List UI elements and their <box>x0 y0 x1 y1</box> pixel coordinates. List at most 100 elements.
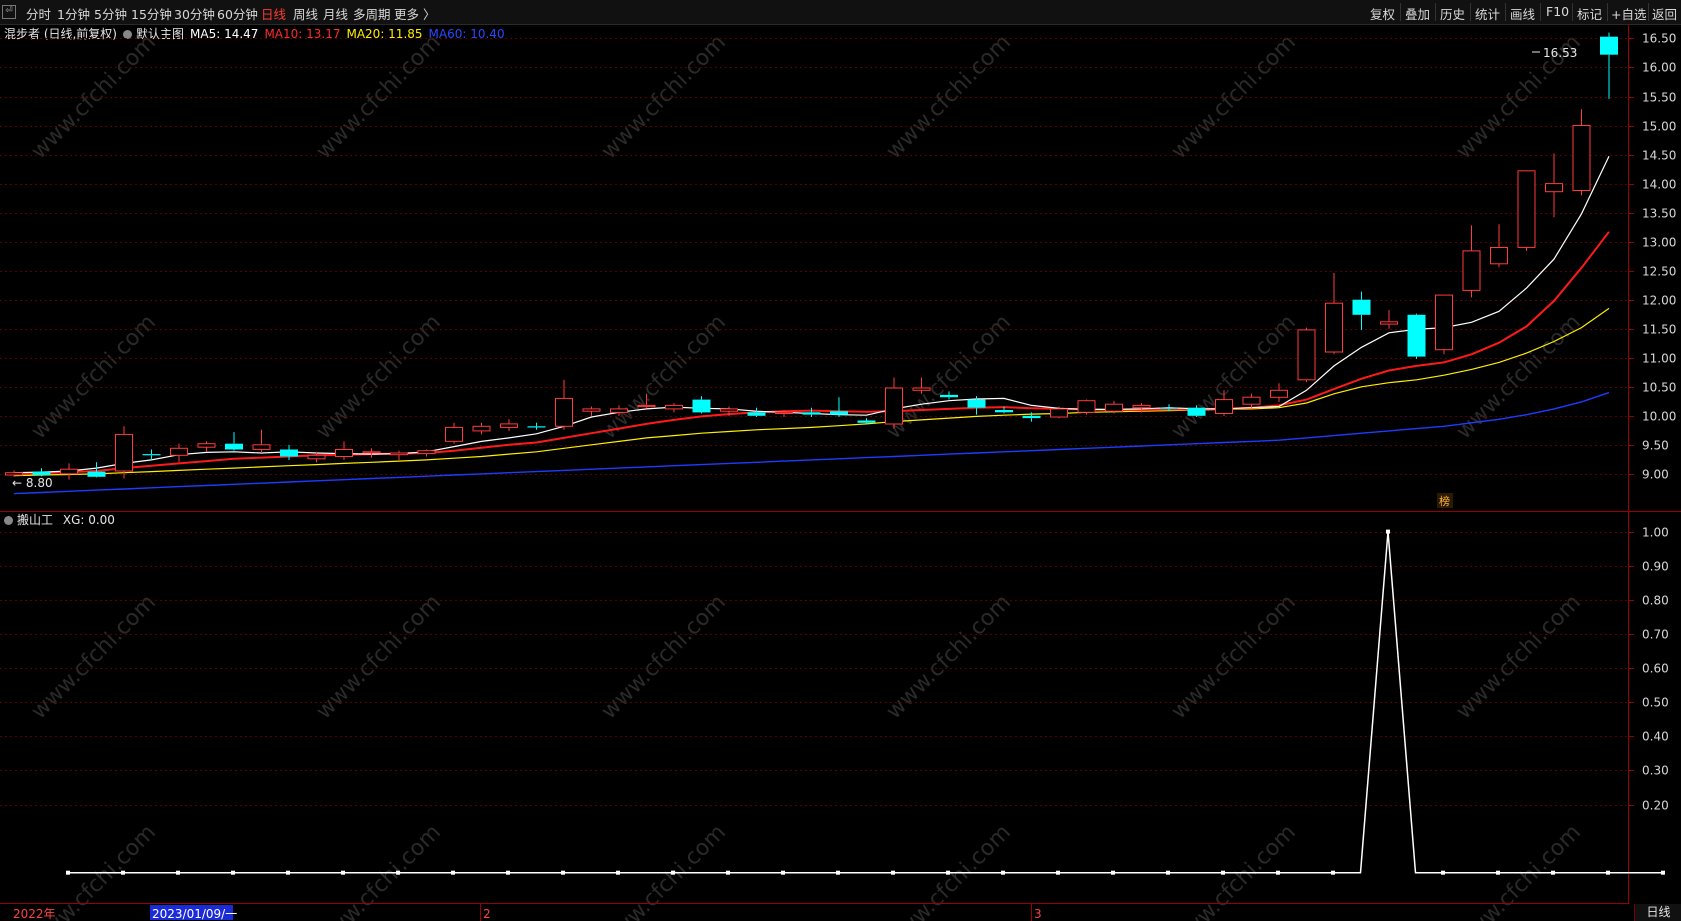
tab-monthly[interactable]: 月线 <box>323 4 348 23</box>
xg-point <box>176 870 180 875</box>
price-tick-label: 11.00 <box>1642 352 1676 366</box>
watermark-text: www.cfchi.com <box>882 310 1016 444</box>
date-axis: 2022年 2023/01/09/一 2 3 <box>13 904 1042 921</box>
tab-weekly[interactable]: 周线 <box>293 4 318 23</box>
restore-icon[interactable]: ⏎ <box>2 5 16 19</box>
candle-down <box>280 449 298 457</box>
indicator-name[interactable]: 搬山工 <box>17 513 53 527</box>
tab-1min[interactable]: 1分钟 <box>57 4 90 23</box>
ma60-value: MA60: 10.40 <box>428 27 505 41</box>
indicator-menu-icon[interactable] <box>4 516 13 525</box>
candle-down <box>225 443 243 450</box>
tab-multi-period[interactable]: 多周期 <box>353 4 391 23</box>
date-cursor-label: 2023/01/09/一 <box>152 907 237 921</box>
back-button[interactable]: 返回 <box>1652 4 1677 23</box>
indicator-tick-label: 1.00 <box>1642 526 1669 540</box>
statistics-button[interactable]: 统计 <box>1475 4 1500 23</box>
price-tick-label: 13.50 <box>1642 207 1676 221</box>
f10-button[interactable]: F10 <box>1546 4 1569 19</box>
candle-up <box>307 454 326 460</box>
indicator-tick-label: 0.80 <box>1642 594 1669 608</box>
candle-down <box>1600 36 1618 55</box>
price-tick-label: 15.00 <box>1642 120 1676 134</box>
low-price-label: ← 8.80 <box>12 476 53 490</box>
candle-up <box>1270 389 1288 398</box>
candle-up <box>472 425 491 432</box>
candle-down <box>32 471 51 476</box>
xg-point <box>121 870 125 875</box>
candle-up <box>115 433 133 472</box>
date-cursor-bg <box>150 905 233 920</box>
price-tick-label: 14.00 <box>1642 178 1676 192</box>
candle-down <box>967 399 986 408</box>
xg-point <box>561 870 565 875</box>
xg-point <box>1056 870 1060 875</box>
candles <box>5 32 1618 480</box>
watermark-text: www.cfchi.com <box>312 820 446 921</box>
draw-line-button[interactable]: 画线 <box>1510 4 1535 23</box>
watermark-text: www.cfchi.com <box>1452 30 1586 164</box>
watermark-text: www.cfchi.com <box>1167 30 1301 164</box>
xg-point <box>1606 870 1610 875</box>
xg-point <box>1551 870 1555 875</box>
add-watchlist-button[interactable]: +自选 <box>1611 4 1646 23</box>
watermark-text: www.cfchi.com <box>597 30 731 164</box>
tab-5min[interactable]: 5分钟 <box>94 4 127 23</box>
watermark-text: www.cfchi.com <box>597 310 731 444</box>
watermark-text: www.cfchi.com <box>597 820 731 921</box>
xg-point <box>1111 870 1115 875</box>
tab-15min[interactable]: 15分钟 <box>131 4 172 23</box>
candle-up <box>1490 247 1508 265</box>
watermark-text: www.cfchi.com <box>882 30 1016 164</box>
price-axis: 9.00 9.50 10.00 10.50 11.00 11.50 12.00 12.50 13… <box>1628 32 1676 813</box>
main-chart-selector[interactable]: 默认主图 <box>136 27 184 41</box>
chart-menu-icon[interactable] <box>123 30 132 39</box>
period-indicator-tab[interactable]: 日线 <box>1634 904 1681 921</box>
candle-up <box>582 408 601 412</box>
candle-up <box>362 451 381 454</box>
stock-title[interactable]: 混步者 (日线,前复权) <box>4 27 117 41</box>
tab-60min[interactable]: 60分钟 <box>217 4 258 23</box>
kline-chart[interactable]: www.cfchi.com www.cfchi.com www.cfchi.com w… <box>0 0 1681 921</box>
tab-more[interactable]: 更多 〉 <box>394 4 435 23</box>
watermark-text: www.cfchi.com <box>1452 820 1586 921</box>
xg-point <box>396 870 400 875</box>
candle-up <box>1297 329 1316 381</box>
price-tick-label: 9.50 <box>1642 439 1669 453</box>
tab-fenshi[interactable]: 分时 <box>26 4 51 23</box>
watermark-text: www.cfchi.com <box>27 590 161 724</box>
tab-daily[interactable]: 日线 <box>261 4 286 23</box>
toolbar-divider <box>1400 3 1401 21</box>
ma20-line <box>13 307 1610 477</box>
candle-up <box>252 444 271 450</box>
candle-up <box>417 450 436 455</box>
watermark-text: www.cfchi.com <box>1167 310 1301 444</box>
xg-point <box>671 870 675 875</box>
candle-up <box>500 423 518 428</box>
xg-point <box>836 870 840 875</box>
xg-point <box>946 870 950 875</box>
indicator-tick-label: 0.70 <box>1642 628 1669 642</box>
history-button[interactable]: 历史 <box>1440 4 1465 23</box>
candle-up <box>720 408 738 412</box>
overlay-button[interactable]: 叠加 <box>1405 4 1430 23</box>
mark-button[interactable]: 标记 <box>1577 4 1602 23</box>
badge-icon[interactable]: 榜 <box>1439 494 1450 508</box>
watermark-text: www.cfchi.com <box>27 820 161 921</box>
candle-down <box>802 412 821 415</box>
candle-up <box>445 426 463 442</box>
watermark-layer: www.cfchi.com www.cfchi.com www.cfchi.com w… <box>27 30 1586 921</box>
candle-down <box>527 426 546 428</box>
tab-30min[interactable]: 30分钟 <box>174 4 215 23</box>
candle-up <box>665 404 683 410</box>
toolbar-divider <box>1540 3 1541 21</box>
ma5-value: MA5: 14.47 <box>190 27 259 41</box>
indicator-tick-label: 0.50 <box>1642 696 1669 710</box>
date-year-label: 2022年 <box>13 907 56 921</box>
candle-up <box>60 468 78 475</box>
candle-up <box>1105 403 1123 412</box>
price-tick-label: 13.00 <box>1642 236 1676 250</box>
adjust-button[interactable]: 复权 <box>1370 4 1395 23</box>
watermark-text: www.cfchi.com <box>1167 820 1301 921</box>
candle-down <box>747 412 766 416</box>
